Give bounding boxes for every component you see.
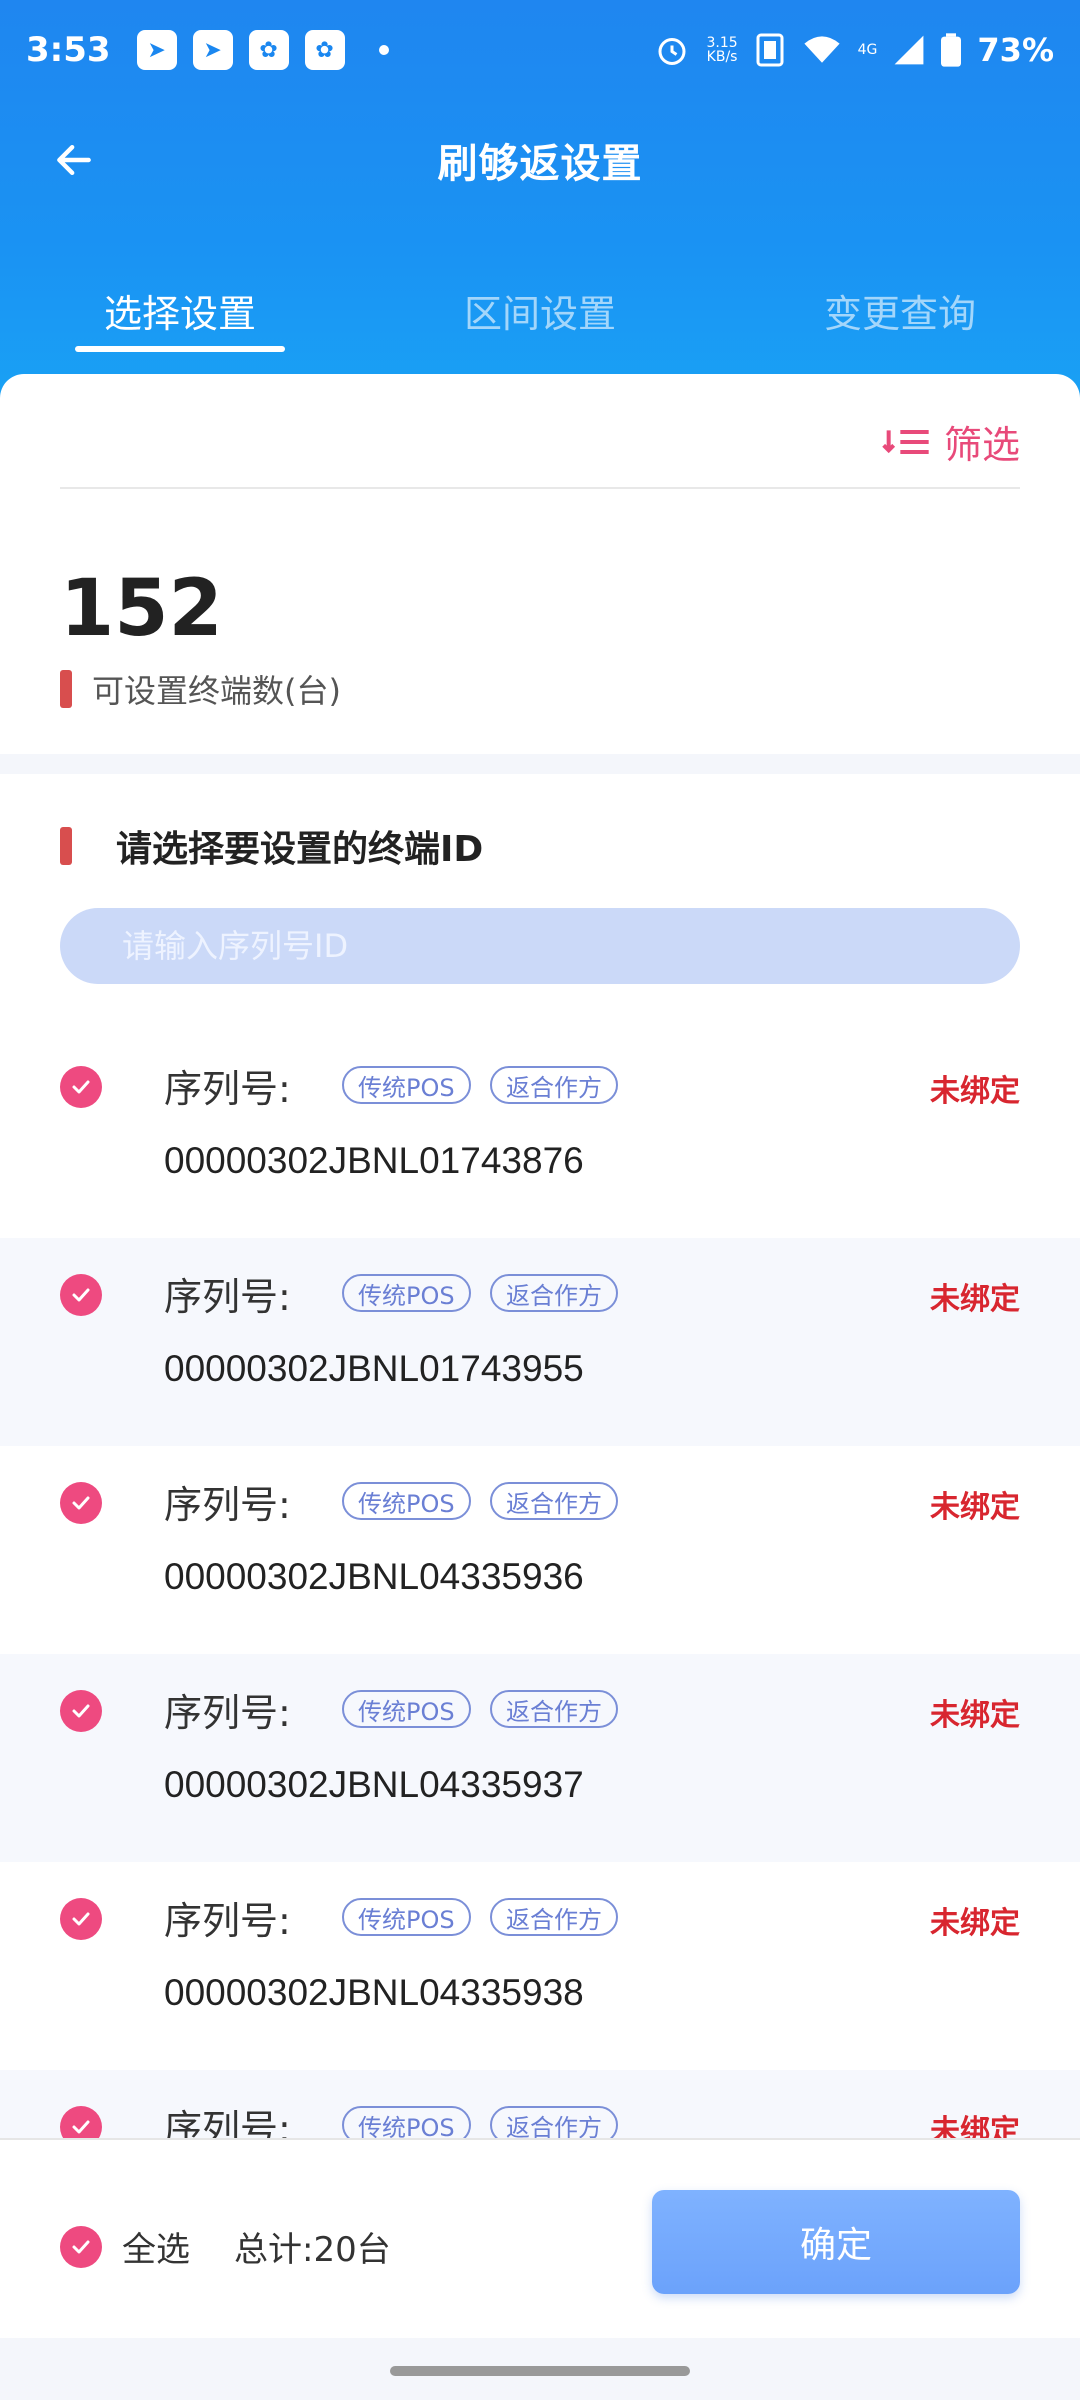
total-count: 总计:20台 (234, 2230, 391, 2270)
title-row: 刷够返设置 (0, 110, 1080, 210)
terminal-row[interactable]: 序列号: 传统POS 返合作方 00000302JBNL04335938 未绑定 (0, 1862, 1080, 2070)
tag-rebate: 返合作方 (490, 2106, 618, 2138)
tag-rebate: 返合作方 (490, 1898, 618, 1936)
terminal-row[interactable]: 序列号: 传统POS 返合作方 00000302JBNL04335936 未绑定 (0, 1446, 1080, 1654)
serial-search-input[interactable] (60, 908, 1020, 984)
network-type: 4G (857, 42, 878, 58)
tag-type: 传统POS (342, 1898, 471, 1936)
accent-bar (60, 827, 72, 865)
bind-status: 未绑定 (930, 1074, 1020, 1109)
confirm-button[interactable]: 确定 (652, 2190, 1020, 2294)
count-label-text: 可设置终端数(台) (92, 672, 341, 710)
tag-type: 传统POS (342, 1274, 471, 1312)
serial-label: 序列号: (164, 1691, 291, 1735)
notification-app-icon: ➤ (192, 30, 233, 70)
signal-icon (893, 34, 925, 66)
battery-percent: 73% (977, 31, 1054, 69)
tag-rebate: 返合作方 (490, 1066, 618, 1104)
bind-status: 未绑定 (930, 1490, 1020, 1525)
page-title: 刷够返设置 (437, 141, 643, 187)
terminal-list: 序列号: 传统POS 返合作方 00000302JBNL01743876 未绑定… (0, 1030, 1080, 2138)
terminal-count: 152 (60, 564, 223, 654)
checkbox-checked-icon[interactable] (60, 2106, 102, 2138)
speed-unit: KB/s (706, 49, 738, 65)
select-all-label: 全选 (122, 2230, 190, 2270)
nfc-icon (754, 32, 786, 68)
tag-rebate: 返合作方 (490, 1274, 618, 1312)
notification-paw-icon: ✿ (304, 30, 345, 70)
status-bar: 3:53 ➤ ➤ ✿ ✿ 3.15 KB/s 4G 73% (0, 0, 1080, 100)
terminal-count-label: 可设置终端数(台) (60, 666, 341, 712)
tab-select-settings[interactable]: 选择设置 (0, 260, 360, 360)
serial-label: 序列号: (164, 2107, 291, 2138)
divider (60, 487, 1020, 489)
bind-status: 未绑定 (930, 1698, 1020, 1733)
checkbox-checked-icon[interactable] (60, 1274, 102, 1316)
serial-number: 00000302JBNL04335936 (164, 1556, 584, 1597)
bind-status: 未绑定 (930, 1282, 1020, 1317)
serial-number: 00000302JBNL04335937 (164, 1764, 584, 1805)
arrow-left-icon (57, 144, 91, 176)
summary-card: 筛选 152 可设置终端数(台) (0, 374, 1080, 754)
checkbox-checked-icon[interactable] (60, 1482, 102, 1524)
serial-label: 序列号: (164, 1067, 291, 1111)
tab-range-settings[interactable]: 区间设置 (360, 260, 720, 360)
section-title-text: 请选择要设置的终端ID (116, 829, 484, 870)
terminal-list-section: 请选择要设置的终端ID 序列号: 传统POS 返合作方 00000302JBNL… (0, 774, 1080, 2138)
tag-rebate: 返合作方 (490, 1482, 618, 1520)
alarm-icon (654, 32, 690, 68)
serial-label: 序列号: (164, 1899, 291, 1943)
footer-bar: 全选 总计:20台 确定 (0, 2138, 1080, 2338)
bind-status: 未绑定 (930, 1906, 1020, 1941)
serial-number: 00000302JBNL01743955 (164, 1348, 584, 1389)
filter-button[interactable]: 筛选 (882, 414, 1020, 469)
terminal-row[interactable]: 序列号: 传统POS 返合作方 未绑定 (0, 2070, 1080, 2138)
back-button[interactable] (42, 128, 106, 192)
wifi-icon (802, 34, 842, 66)
serial-number: 00000302JBNL04335938 (164, 1972, 584, 2013)
section-title: 请选择要设置的终端ID (60, 820, 483, 872)
battery-icon (941, 33, 962, 67)
checkbox-checked-icon[interactable] (60, 1690, 102, 1732)
select-all-toggle[interactable]: 全选 (60, 2222, 190, 2271)
checkbox-checked-icon[interactable] (60, 1066, 102, 1108)
checkbox-checked-icon[interactable] (60, 2225, 102, 2268)
more-notifications-dot (378, 45, 389, 55)
bind-status: 未绑定 (930, 2114, 1020, 2138)
terminal-row[interactable]: 序列号: 传统POS 返合作方 00000302JBNL04335937 未绑定 (0, 1654, 1080, 1862)
filter-label: 筛选 (943, 423, 1020, 467)
serial-label: 序列号: (164, 1275, 291, 1319)
tag-type: 传统POS (342, 1066, 471, 1104)
filter-list-icon (882, 429, 929, 454)
serial-label: 序列号: (164, 1483, 291, 1527)
tab-change-query[interactable]: 变更查询 (720, 260, 1080, 360)
accent-bar (60, 670, 72, 708)
notification-app-icon: ➤ (136, 30, 177, 70)
status-time: 3:53 (26, 30, 111, 70)
tag-type: 传统POS (342, 1690, 471, 1728)
tab-bar: 选择设置 区间设置 变更查询 (0, 260, 1080, 360)
home-indicator[interactable] (390, 2366, 690, 2376)
status-right: 3.15 KB/s 4G 73% (654, 31, 1054, 69)
tag-type: 传统POS (342, 2106, 471, 2138)
notification-paw-icon: ✿ (248, 30, 289, 70)
tag-type: 传统POS (342, 1482, 471, 1520)
checkbox-checked-icon[interactable] (60, 1898, 102, 1940)
serial-number: 00000302JBNL01743876 (164, 1140, 584, 1181)
terminal-row[interactable]: 序列号: 传统POS 返合作方 00000302JBNL01743876 未绑定 (0, 1030, 1080, 1238)
network-speed: 3.15 KB/s (706, 36, 737, 64)
tag-rebate: 返合作方 (490, 1690, 618, 1728)
terminal-row[interactable]: 序列号: 传统POS 返合作方 00000302JBNL01743955 未绑定 (0, 1238, 1080, 1446)
header: 3:53 ➤ ➤ ✿ ✿ 3.15 KB/s 4G 73% 刷够返设置 选择设置… (0, 0, 1080, 420)
